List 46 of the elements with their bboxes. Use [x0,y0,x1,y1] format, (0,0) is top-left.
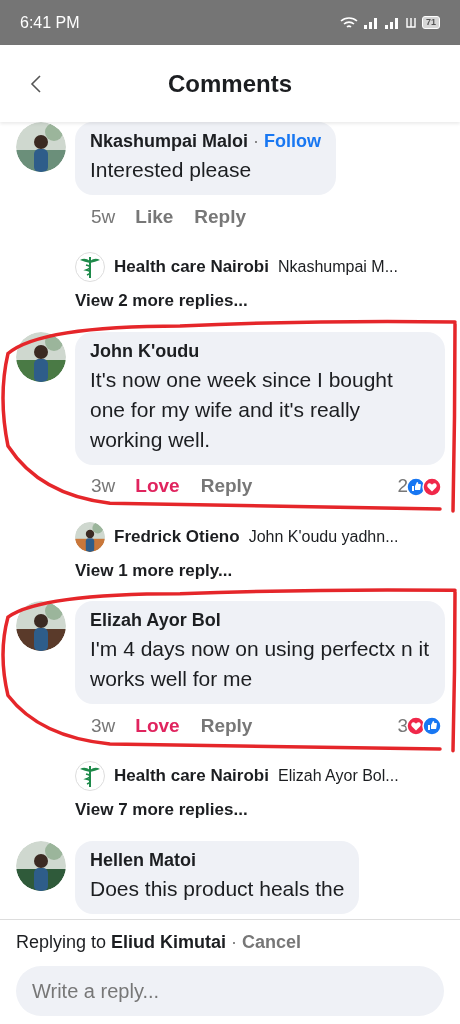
reaction-link[interactable]: Like [135,202,174,232]
cancel-link[interactable]: Cancel [242,929,302,956]
separator-dot: · [253,130,260,153]
comment-text: I'm 4 days now on using perfectx n it works well for me [90,636,430,692]
signal-icon [384,16,400,29]
reply-snippet[interactable]: Nkashumpai M... [277,255,398,279]
reply-author[interactable]: Health care Nairobi [114,763,269,789]
reaction-count[interactable]: 3 [397,711,408,741]
comment-text: It's now one week since I bought one for my wife and it's really working well. [90,366,394,453]
reply-link[interactable]: Reply [200,472,253,501]
reaction-link[interactable]: Love [135,711,180,741]
reply-link[interactable]: Reply [200,711,253,741]
comment-time: 5w [91,204,116,229]
comment-time: 3w [91,713,116,738]
page-title: Comments [168,68,292,99]
author-name[interactable]: Nkashumpai Maloi [90,128,249,155]
thumbs-up-icon [406,476,426,497]
reply-link[interactable]: Reply [194,202,247,232]
comment-text: Interested please [90,157,253,183]
status-time: 6:41 PM [20,12,80,33]
back-icon[interactable] [30,73,42,94]
reply-author[interactable]: Health care Nairobi [114,254,269,280]
author-name[interactable]: Hellen Matoi [90,846,196,874]
view-more-replies[interactable]: View 1 more reply... [0,557,460,583]
reply-snippet[interactable]: Elizah Ayor Bol... [277,764,399,788]
reply-input[interactable]: Write a reply... [16,966,444,1016]
replying-to-label: Replying to [16,931,107,954]
author-name[interactable]: John K'oudu [90,337,200,365]
view-more-replies[interactable]: View 7 more replies... [0,797,460,823]
comment-text: Does this product heals the [90,875,345,902]
comment-time: 3w [91,474,116,499]
reply-target-name: Eliud Kimutai [111,931,227,954]
view-more-replies[interactable]: View 2 more replies... [0,288,460,314]
reaction-link[interactable]: Love [135,472,180,501]
signal-icon [363,16,379,29]
follow-link[interactable]: Follow [264,128,322,155]
reply-author[interactable]: Fredrick Otieno [114,523,240,550]
separator-dot: · [231,931,238,954]
caduceus-logo-icon [75,252,105,282]
author-name[interactable]: Elizah Ayor Bol [90,607,221,634]
caduceus-logo-icon [75,761,105,791]
thumbs-up-icon [422,716,442,736]
wifi-icon [340,15,358,30]
battery-indicator: 71 [422,16,440,29]
reply-snippet[interactable]: John K'oudu yadhn... [248,524,399,549]
reaction-count[interactable]: 2 [397,472,408,501]
